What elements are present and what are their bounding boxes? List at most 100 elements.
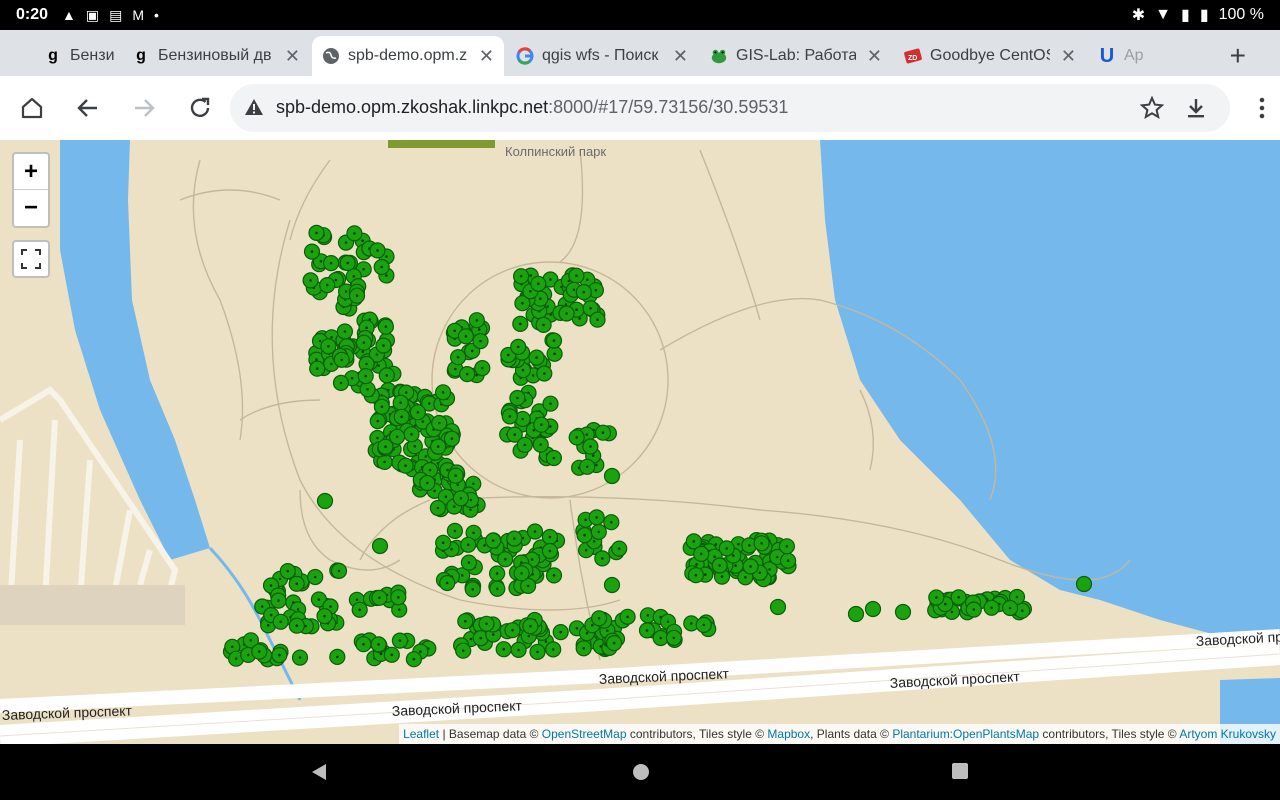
close-tab-icon[interactable]: ✕ <box>1055 46 1076 67</box>
plant-marker[interactable] <box>371 537 389 555</box>
plant-marker-center <box>426 481 429 485</box>
close-tab-icon[interactable]: ✕ <box>861 46 882 67</box>
leaflet-map[interactable]: Колпинский парк Заводской проспект Завод… <box>0 140 1280 744</box>
warning-triangle-icon[interactable] <box>244 98 264 121</box>
plant-marker-center <box>390 653 394 657</box>
nav-recents-button[interactable] <box>951 762 969 785</box>
plant-marker-center <box>361 239 364 242</box>
triangle-back-icon <box>312 764 326 780</box>
plant-marker-center <box>469 498 473 502</box>
tab-benzin-engine[interactable]: g Бензиновый дв ✕ <box>122 36 310 76</box>
plant-marker-center <box>410 433 413 436</box>
download-icon[interactable] <box>1184 96 1208 125</box>
url-host: spb-demo.opm.zkoshak.linkpc.net <box>276 97 549 117</box>
plant-marker-center <box>450 437 454 441</box>
reload-button[interactable] <box>184 92 216 124</box>
tab-goodbye-centos[interactable]: ZD Goodbye CentOS ✕ <box>894 36 1086 76</box>
plant-marker-center <box>454 474 458 478</box>
plant-marker-center <box>385 255 388 258</box>
plant-marker-center <box>543 372 546 375</box>
plant-marker-center <box>585 433 589 436</box>
leaflet-link[interactable]: Leaflet <box>403 727 439 741</box>
home-button[interactable] <box>16 92 48 124</box>
plant-marker-center <box>548 549 552 553</box>
plant-marker-center <box>626 615 629 619</box>
nav-home-button[interactable] <box>631 762 651 787</box>
plant-marker[interactable] <box>603 576 621 594</box>
tab-gis-lab[interactable]: GIS-Lab: Работа ✕ <box>700 36 892 76</box>
new-tab-button[interactable]: + <box>1230 40 1246 72</box>
author-link[interactable]: Artyom Krukovsky <box>1179 727 1276 741</box>
plant-marker[interactable] <box>316 492 334 510</box>
plant-marker-center <box>601 557 604 560</box>
plant-marker-center <box>318 339 322 343</box>
url-text[interactable]: spb-demo.opm.zkoshak.linkpc.net:8000/#17… <box>276 97 788 118</box>
plant-marker-center <box>732 554 735 557</box>
plant-marker-center <box>444 495 448 499</box>
plant-marker-center <box>378 596 381 600</box>
plant-marker-center <box>269 584 273 587</box>
plant-marker-center <box>597 617 601 620</box>
map-canvas[interactable]: Колпинский парк Заводской проспект Завод… <box>0 140 1280 744</box>
zoom-in-button[interactable]: + <box>14 154 48 190</box>
plant-marker[interactable] <box>894 603 912 621</box>
plant-marker-center <box>575 627 579 630</box>
status-time: 0:20 <box>16 6 49 23</box>
plant-marker-center <box>582 647 585 650</box>
osm-link[interactable]: OpenStreetMap <box>542 727 627 741</box>
plant-marker[interactable] <box>1075 575 1093 593</box>
close-tab-icon[interactable]: ✕ <box>279 46 300 67</box>
plant-marker-center <box>646 614 650 617</box>
plant-marker[interactable] <box>864 600 882 618</box>
plant-marker-center <box>972 608 976 611</box>
tab-qgis-wfs[interactable]: qgis wfs - Поиск ✕ <box>506 36 698 76</box>
plant-marker-center <box>362 642 365 646</box>
tab-spb-demo[interactable]: spb-demo.opm.z ✕ <box>312 36 504 76</box>
plant-marker-center <box>450 547 453 551</box>
plant-marker-center <box>446 468 449 472</box>
plant-marker-center <box>592 540 596 543</box>
close-tab-icon[interactable]: ✕ <box>473 46 494 67</box>
plant-marker-center <box>589 307 592 310</box>
zoom-out-button[interactable]: − <box>14 190 48 226</box>
plant-marker-center <box>519 322 522 326</box>
plant-marker-center <box>358 608 362 612</box>
map-attribution: Leaflet | Basemap data © OpenStreetMap c… <box>399 724 1280 744</box>
plant-marker[interactable] <box>847 605 865 623</box>
plant-marker-center <box>471 588 475 591</box>
arrow-left-icon <box>77 99 97 117</box>
plant-marker-center <box>445 581 449 585</box>
plant-marker-center <box>352 275 356 278</box>
plant-marker-center <box>461 649 465 652</box>
more-menu-icon[interactable] <box>1258 96 1266 125</box>
plant-marker-center <box>353 232 356 235</box>
plant-marker[interactable] <box>769 598 787 616</box>
back-button[interactable] <box>72 92 104 124</box>
plant-marker-center <box>452 505 456 508</box>
plant-marker-center <box>513 433 516 436</box>
address-bar[interactable]: spb-demo.opm.zkoshak.linkpc.net:8000/#17… <box>230 84 1230 132</box>
plant-marker-center <box>385 274 388 277</box>
browser-toolbar: spb-demo.opm.zkoshak.linkpc.net:8000/#17… <box>0 76 1280 140</box>
nav-back-button[interactable] <box>310 762 328 787</box>
forward-button[interactable] <box>128 92 160 124</box>
tab-ap[interactable]: U Ap <box>1088 36 1196 76</box>
image-icon: ▣ <box>85 6 100 23</box>
plant-marker-center <box>785 545 789 548</box>
plant-marker-center <box>748 544 751 547</box>
plant-marker-center <box>990 606 993 610</box>
mapbox-link[interactable]: Mapbox <box>767 727 810 741</box>
plant-marker-center <box>296 608 300 611</box>
plant-marker-center <box>504 558 507 561</box>
url-path: :8000/#17/59.73156/30.59531 <box>548 97 789 117</box>
bookmark-star-icon[interactable] <box>1139 95 1165 125</box>
plant-marker-center <box>436 445 440 448</box>
close-tab-icon[interactable]: ✕ <box>667 46 688 67</box>
fullscreen-button[interactable] <box>12 240 50 278</box>
tab-benzi[interactable]: g Бензи <box>34 36 124 76</box>
plant-marker-center <box>355 294 359 298</box>
plant-marker-center <box>533 530 537 533</box>
plant-marker[interactable] <box>603 467 621 485</box>
plantarium-link[interactable]: Plantarium:OpenPlantsMap <box>892 727 1039 741</box>
plant-marker-center <box>591 623 594 627</box>
